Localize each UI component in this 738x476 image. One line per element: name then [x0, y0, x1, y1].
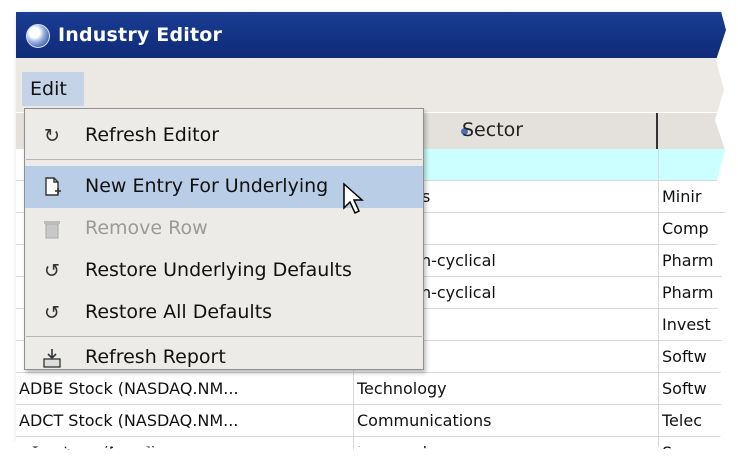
- sector-cell[interactable]: Communications: [354, 405, 659, 437]
- menu-item-refresh-report[interactable]: Refresh Report: [25, 337, 423, 379]
- underlying-cell[interactable]: ADCT Stock (NASDAQ.NM...: [16, 405, 354, 437]
- menu-item-restore-all-defaults[interactable]: ↺ Restore All Defaults: [25, 292, 423, 334]
- menu-item-refresh-editor[interactable]: ↻ Refresh Editor: [25, 115, 423, 157]
- menu-divider: [26, 159, 422, 160]
- torn-edge-bottom: [0, 438, 738, 476]
- edit-dropdown-menu: ↻ Refresh Editor New Entry For Underlyin…: [24, 108, 424, 370]
- menu-item-restore-underlying-defaults[interactable]: ↺ Restore Underlying Defaults: [25, 250, 423, 292]
- table-row[interactable]: ADCT Stock (NASDAQ.NM... Communications Te…: [16, 405, 728, 437]
- column-header-sector[interactable]: Sector: [462, 119, 523, 141]
- title-bar[interactable]: Industry Editor: [16, 12, 728, 58]
- trash-icon: [41, 218, 63, 240]
- menu-bar: [16, 58, 728, 106]
- column-divider[interactable]: [656, 113, 658, 149]
- restore-icon: ↺: [44, 302, 60, 324]
- mouse-pointer-icon: [343, 182, 364, 215]
- refresh-icon: ↻: [44, 125, 60, 147]
- app-globe-icon: [26, 24, 50, 48]
- industry-editor-window: Industry Editor Edit Sector ialMaterials…: [16, 12, 728, 458]
- new-entry-icon: [41, 176, 63, 198]
- edit-menu[interactable]: Edit: [22, 72, 84, 106]
- torn-edge-right: [715, 0, 738, 476]
- report-icon: [41, 347, 63, 369]
- window-title: Industry Editor: [58, 24, 223, 46]
- restore-icon: ↺: [44, 260, 60, 282]
